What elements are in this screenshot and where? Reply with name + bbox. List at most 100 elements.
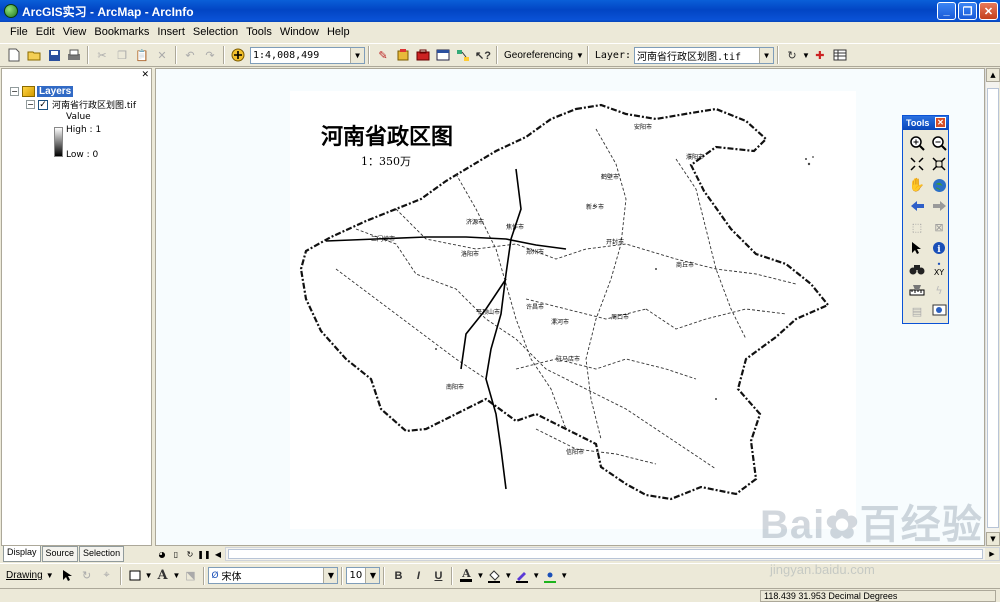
layer-name[interactable]: 河南省行政区划图.tif: [52, 98, 136, 111]
font-color-button[interactable]: A: [457, 567, 475, 585]
layout-view-icon[interactable]: ▯: [169, 547, 183, 561]
close-icon[interactable]: ✕: [935, 117, 946, 128]
chevron-down-icon[interactable]: ▼: [323, 568, 338, 583]
chevron-down-icon[interactable]: ▼: [802, 51, 810, 60]
new-document-icon[interactable]: [5, 46, 23, 64]
fill-color-bucket-icon[interactable]: [485, 567, 503, 585]
redo-icon[interactable]: ↷: [201, 46, 219, 64]
font-size-combo[interactable]: 10 ▼: [346, 567, 381, 584]
next-extent-icon[interactable]: [930, 197, 948, 215]
italic-button[interactable]: I: [409, 567, 427, 585]
line-color-pen-icon[interactable]: [513, 567, 531, 585]
toc-layer-row[interactable]: − ✓ 河南省行政区划图.tif: [26, 98, 136, 111]
model-builder-icon[interactable]: [454, 46, 472, 64]
minimize-button[interactable]: _: [937, 2, 956, 20]
layer-visibility-checkbox[interactable]: ✓: [38, 99, 48, 110]
close-button[interactable]: ✕: [979, 2, 998, 20]
font-name-combo[interactable]: Ø 宋体 ▼: [208, 567, 339, 584]
rotate-element-icon[interactable]: ↻: [78, 567, 96, 585]
menu-bookmarks[interactable]: Bookmarks: [90, 26, 153, 38]
drawing-menu[interactable]: Drawing: [6, 570, 43, 581]
menu-help[interactable]: Help: [323, 26, 354, 38]
identify-icon[interactable]: i: [930, 239, 948, 257]
zoom-out-icon[interactable]: [930, 134, 948, 152]
toc-root-row[interactable]: − Layers: [10, 86, 74, 97]
full-extent-globe-icon[interactable]: [930, 176, 948, 194]
arctoolbox-icon[interactable]: [414, 46, 432, 64]
add-control-points-icon[interactable]: ✚: [811, 46, 829, 64]
chevron-down-icon[interactable]: ▼: [532, 571, 540, 580]
chevron-down-icon[interactable]: ▼: [560, 571, 568, 580]
menu-tools[interactable]: Tools: [242, 26, 276, 38]
collapse-icon[interactable]: −: [26, 100, 35, 109]
fixed-zoom-in-icon[interactable]: [908, 155, 926, 173]
time-slider-icon[interactable]: [930, 302, 948, 320]
whats-this-help-icon[interactable]: ↖?: [474, 46, 492, 64]
previous-extent-icon[interactable]: [908, 197, 926, 215]
fixed-zoom-out-icon[interactable]: [930, 155, 948, 173]
select-elements-arrow-icon[interactable]: [908, 239, 926, 257]
add-data-icon[interactable]: [229, 46, 247, 64]
menu-file[interactable]: File: [6, 26, 32, 38]
chevron-down-icon[interactable]: ▼: [504, 571, 512, 580]
tools-toolbar-window[interactable]: Tools ✕ ✋ ⬚ ⊠ i • XY ϟ ▤: [902, 115, 949, 324]
map-scale-combo[interactable]: 1:4,008,499 ▼: [250, 46, 365, 64]
marker-color-icon[interactable]: [541, 567, 559, 585]
select-elements-arrow-icon[interactable]: [58, 567, 76, 585]
rotate-icon[interactable]: ↻: [783, 46, 801, 64]
chevron-down-icon[interactable]: ▼: [145, 571, 153, 580]
map-vertical-scrollbar[interactable]: ▲ ▼: [985, 68, 1000, 546]
text-tool-icon[interactable]: A: [154, 567, 172, 585]
collapse-icon[interactable]: −: [10, 87, 19, 96]
menu-window[interactable]: Window: [276, 26, 323, 38]
pause-drawing-icon[interactable]: ❚❚: [197, 547, 211, 561]
tab-source[interactable]: Source: [41, 546, 79, 562]
chevron-down-icon[interactable]: ▼: [476, 571, 484, 580]
georeferencing-menu[interactable]: Georeferencing: [504, 50, 573, 61]
map-canvas[interactable]: 河南省政区图 1：350万 安阳市濮阳市鹤壁市 新乡市济源市焦作市 三门峡市洛阳…: [156, 69, 985, 546]
print-icon[interactable]: [65, 46, 83, 64]
chevron-down-icon[interactable]: ▼: [758, 47, 773, 63]
map-view[interactable]: 河南省政区图 1：350万 安阳市 濮阳市 鹤壁市 新乡市 济源市 焦作市 三门峡市 洛阳…: [155, 68, 985, 546]
chevron-down-icon[interactable]: ▼: [350, 47, 364, 63]
go-to-xy-icon[interactable]: • XY: [930, 260, 948, 278]
pan-hand-icon[interactable]: ✋: [908, 176, 926, 194]
chevron-down-icon[interactable]: ▼: [365, 568, 380, 583]
edit-vertices-icon[interactable]: ⬔: [181, 567, 199, 585]
paste-icon[interactable]: 📋: [133, 46, 151, 64]
scroll-left-icon[interactable]: ◀: [211, 547, 225, 561]
chevron-down-icon[interactable]: ▼: [576, 51, 584, 60]
measure-icon[interactable]: [908, 281, 926, 299]
undo-icon[interactable]: ↶: [181, 46, 199, 64]
editor-toolbar-icon[interactable]: ✎: [374, 46, 392, 64]
zoom-whole-page-icon[interactable]: ⌖: [98, 567, 116, 585]
tab-display[interactable]: Display: [3, 546, 41, 562]
data-view-icon[interactable]: ◕: [155, 547, 169, 561]
menu-edit[interactable]: Edit: [32, 26, 59, 38]
cut-icon[interactable]: ✂: [93, 46, 111, 64]
vertical-scroll-thumb[interactable]: [987, 88, 999, 528]
arccatalog-icon[interactable]: [394, 46, 412, 64]
refresh-icon[interactable]: ↻: [183, 547, 197, 561]
select-features-icon[interactable]: ⬚: [908, 218, 926, 236]
open-folder-icon[interactable]: [25, 46, 43, 64]
view-link-table-icon[interactable]: [831, 46, 849, 64]
restore-button[interactable]: ❐: [958, 2, 977, 20]
close-icon[interactable]: ✕: [141, 70, 149, 80]
chevron-down-icon[interactable]: ▼: [173, 571, 181, 580]
delete-icon[interactable]: ✕: [153, 46, 171, 64]
tab-selection[interactable]: Selection: [79, 546, 125, 562]
scroll-up-icon[interactable]: ▲: [986, 68, 1000, 82]
zoom-in-icon[interactable]: [908, 134, 926, 152]
find-binoculars-icon[interactable]: [908, 260, 926, 278]
title-bar[interactable]: ArcGIS实习 - ArcMap - ArcInfo _ ❐ ✕: [0, 0, 1000, 22]
georef-layer-combo[interactable]: 河南省行政区划图.tif ▼: [633, 46, 774, 64]
save-icon[interactable]: [45, 46, 63, 64]
menu-selection[interactable]: Selection: [189, 26, 242, 38]
rectangle-tool-icon[interactable]: [126, 567, 144, 585]
copy-icon[interactable]: ❐: [113, 46, 131, 64]
underline-button[interactable]: U: [429, 567, 447, 585]
clear-selection-icon[interactable]: ⊠: [930, 218, 948, 236]
html-popup-icon[interactable]: ▤: [908, 302, 926, 320]
menu-view[interactable]: View: [59, 26, 91, 38]
